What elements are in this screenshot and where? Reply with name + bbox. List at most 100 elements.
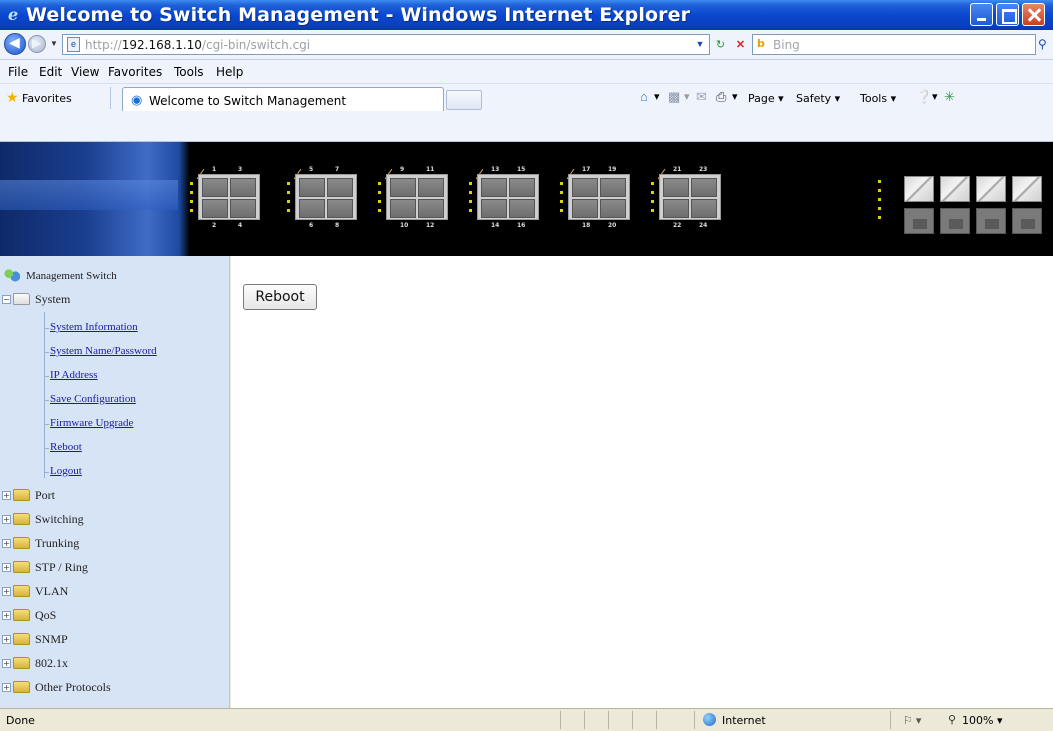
port-number-label: 16 bbox=[517, 222, 526, 229]
status-divider bbox=[560, 711, 561, 729]
tree-node-other-protocols[interactable]: + Other Protocols bbox=[2, 680, 111, 695]
security-zone[interactable]: Internet bbox=[722, 714, 766, 727]
sfp-port bbox=[1012, 208, 1042, 234]
search-icon[interactable]: ⚲ bbox=[1038, 37, 1052, 54]
expand-icon[interactable]: + bbox=[2, 635, 11, 644]
tree-node-trunking[interactable]: + Trunking bbox=[2, 536, 79, 551]
folder-icon bbox=[13, 489, 30, 501]
sidebar-item-firmware-upgrade[interactable]: Firmware Upgrade bbox=[50, 417, 133, 429]
close-button[interactable] bbox=[1022, 3, 1045, 26]
switch-panel-image: 1 3 2 4 5 7 6 8 9 11 10 12 13 15 14 16 17 19 18 20 21 23 22 24 bbox=[0, 142, 1053, 256]
tools-menu-label: Tools bbox=[860, 92, 888, 105]
window-title: Welcome to Switch Management - Windows I… bbox=[26, 4, 691, 26]
url-prefix: http:// bbox=[85, 38, 122, 52]
sidebar-item-save-configuration[interactable]: Save Configuration bbox=[50, 393, 136, 405]
home-icon[interactable]: ⌂ bbox=[640, 89, 648, 104]
protected-mode-icon[interactable]: ⚐ ▾ bbox=[903, 714, 921, 727]
status-divider bbox=[656, 711, 657, 729]
zoom-level[interactable]: 100% ▾ bbox=[962, 714, 1002, 727]
tree-connector bbox=[44, 400, 49, 401]
tree-node-switching[interactable]: + Switching bbox=[2, 512, 84, 527]
port-number-label: 13 bbox=[491, 166, 500, 173]
sidebar-item-logout[interactable]: Logout bbox=[50, 465, 82, 477]
tree-node-system[interactable]: − System bbox=[2, 292, 70, 307]
expand-icon[interactable]: + bbox=[2, 491, 11, 500]
address-toolbar: ◀ ▶ ▼ e http://192.168.1.10/cgi-bin/swit… bbox=[0, 30, 1053, 60]
zoom-icon[interactable]: ⚲ bbox=[948, 713, 956, 726]
folder-icon bbox=[13, 561, 30, 573]
expand-icon[interactable]: + bbox=[2, 683, 11, 692]
sfp-port bbox=[1012, 176, 1042, 202]
port-number-label: 23 bbox=[699, 166, 708, 173]
help-dropdown-icon[interactable]: ▾ bbox=[932, 90, 938, 103]
collapse-icon[interactable]: − bbox=[2, 295, 11, 304]
research-icon[interactable]: ✳ bbox=[944, 89, 955, 105]
new-tab-button[interactable] bbox=[446, 90, 482, 110]
rj45-port bbox=[390, 199, 416, 218]
feeds-dropdown-icon[interactable]: ▾ bbox=[684, 90, 690, 103]
menu-view[interactable]: View bbox=[71, 65, 99, 79]
menu-help[interactable]: Help bbox=[216, 65, 243, 79]
print-icon[interactable]: ⎙ bbox=[716, 89, 726, 105]
tree-node-label: 802.1x bbox=[35, 656, 68, 670]
tree-node-snmp[interactable]: + SNMP bbox=[2, 632, 68, 647]
safety-menu[interactable]: Safety ▾ bbox=[796, 92, 840, 105]
rj45-port bbox=[600, 178, 626, 197]
reboot-button[interactable]: Reboot bbox=[243, 284, 317, 310]
print-dropdown-icon[interactable]: ▾ bbox=[732, 90, 738, 103]
page-menu[interactable]: Page ▾ bbox=[748, 92, 784, 105]
mail-icon[interactable]: ✉ bbox=[696, 89, 707, 105]
tab-page-icon: ◉ bbox=[131, 92, 143, 107]
home-dropdown-icon[interactable]: ▾ bbox=[654, 90, 660, 103]
rj45-port bbox=[663, 178, 689, 197]
sidebar-item-system-information[interactable]: System Information bbox=[50, 321, 138, 333]
rj45-port bbox=[691, 178, 717, 197]
address-dropdown-icon[interactable]: ▼ bbox=[693, 37, 707, 52]
rj45-port bbox=[390, 178, 416, 197]
port-number-label: 8 bbox=[335, 222, 340, 229]
expand-icon[interactable]: + bbox=[2, 515, 11, 524]
back-button[interactable]: ◀ bbox=[4, 33, 26, 55]
tree-node-vlan[interactable]: + VLAN bbox=[2, 584, 68, 599]
sfp-port bbox=[904, 208, 934, 234]
tree-connector bbox=[44, 472, 49, 473]
expand-icon[interactable]: + bbox=[2, 539, 11, 548]
port-number-label: 21 bbox=[673, 166, 682, 173]
favorites-star-icon[interactable]: ★ bbox=[6, 89, 19, 106]
expand-icon[interactable]: + bbox=[2, 563, 11, 572]
tree-connector bbox=[44, 448, 49, 449]
history-dropdown-icon[interactable]: ▼ bbox=[50, 39, 58, 48]
feeds-icon[interactable]: ▩ bbox=[668, 89, 680, 105]
search-input[interactable]: b Bing bbox=[752, 34, 1036, 55]
expand-icon[interactable]: + bbox=[2, 659, 11, 668]
rj45-port bbox=[572, 178, 598, 197]
tree-root[interactable]: Management Switch bbox=[4, 268, 117, 282]
tree-node-stp-ring[interactable]: + STP / Ring bbox=[2, 560, 88, 575]
url-path: /cgi-bin/switch.cgi bbox=[201, 38, 311, 52]
stop-icon[interactable]: ✕ bbox=[732, 37, 749, 54]
tree-node-8021x[interactable]: +802.1x bbox=[2, 656, 68, 671]
favorites-button[interactable]: Favorites bbox=[22, 92, 72, 105]
expand-icon[interactable]: + bbox=[2, 611, 11, 620]
sidebar-item-reboot[interactable]: Reboot bbox=[50, 441, 82, 453]
tree-node-port[interactable]: + Port bbox=[2, 488, 55, 503]
menu-edit[interactable]: Edit bbox=[39, 65, 62, 79]
help-icon[interactable]: ❔ bbox=[916, 89, 932, 105]
maximize-button[interactable] bbox=[996, 3, 1019, 26]
forward-button[interactable]: ▶ bbox=[28, 35, 46, 53]
port-number-label: 17 bbox=[582, 166, 591, 173]
tools-menu[interactable]: Tools ▾ bbox=[860, 92, 896, 105]
refresh-icon[interactable]: ↻ bbox=[712, 37, 729, 54]
url-text[interactable]: http://192.168.1.10/cgi-bin/switch.cgi bbox=[85, 38, 310, 52]
bing-icon: b bbox=[757, 37, 765, 50]
tab-switch-management[interactable]: ◉ Welcome to Switch Management bbox=[122, 87, 444, 111]
sidebar-item-system-name-password[interactable]: System Name/Password bbox=[50, 345, 157, 357]
sidebar-item-ip-address[interactable]: IP Address bbox=[50, 369, 98, 381]
expand-icon[interactable]: + bbox=[2, 587, 11, 596]
minimize-button[interactable] bbox=[970, 3, 993, 26]
address-input[interactable]: e http://192.168.1.10/cgi-bin/switch.cgi… bbox=[62, 34, 710, 55]
menu-favorites[interactable]: Favorites bbox=[108, 65, 162, 79]
menu-tools[interactable]: Tools bbox=[174, 65, 204, 79]
tree-node-qos[interactable]: + QoS bbox=[2, 608, 56, 623]
menu-file[interactable]: File bbox=[8, 65, 28, 79]
